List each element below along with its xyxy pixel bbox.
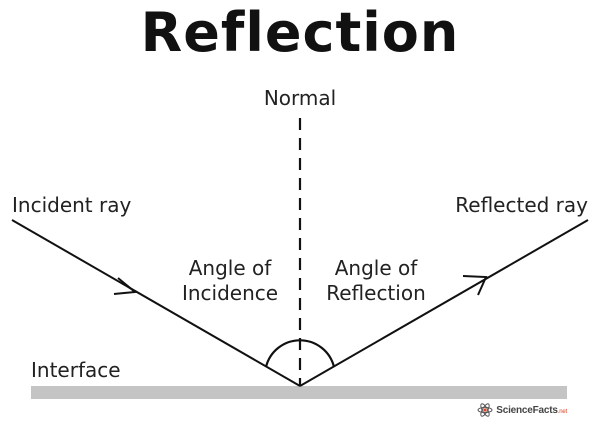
sciencefacts-logo: ScienceFacts.net — [477, 401, 567, 419]
angle-of-incidence-line-1: Angle of — [188, 256, 272, 280]
reflected-ray-label: Reflected ray — [455, 193, 588, 217]
angle-of-reflection-line-2: Reflection — [326, 281, 426, 305]
logo-name: ScienceFacts — [496, 404, 558, 416]
incident-ray-label: Incident ray — [12, 193, 132, 217]
atom-icon — [477, 403, 493, 417]
logo-text: ScienceFacts.net — [496, 405, 567, 416]
angle-of-incidence-line-2: Incidence — [181, 281, 279, 305]
interface-label: Interface — [31, 358, 121, 382]
angle-of-reflection-line-1: Angle of — [334, 256, 418, 280]
angle-of-incidence-label: Angle of Incidence — [172, 256, 288, 306]
logo-suffix: .net — [557, 408, 567, 415]
interface-surface — [31, 386, 567, 399]
normal-label: Normal — [263, 86, 337, 110]
angle-of-reflection-label: Angle of Reflection — [312, 256, 440, 306]
page-title: Reflection — [140, 1, 460, 64]
